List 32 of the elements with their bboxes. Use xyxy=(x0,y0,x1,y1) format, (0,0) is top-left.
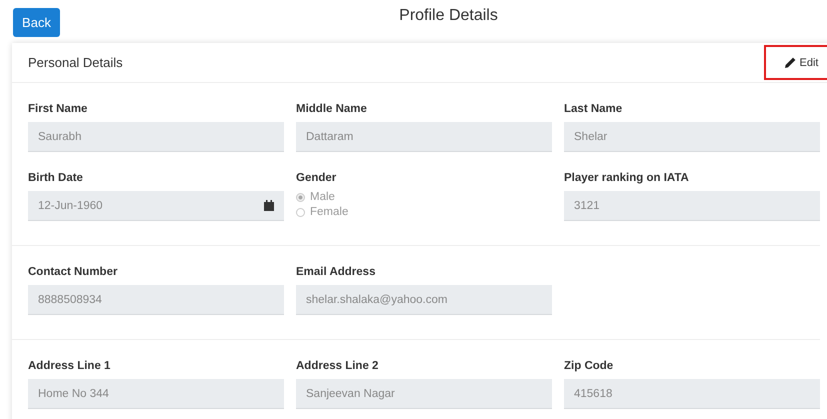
input-field[interactable]: 415618 xyxy=(564,379,820,409)
edit-button[interactable]: Edit xyxy=(764,45,827,80)
radio-button[interactable] xyxy=(296,208,305,216)
card-title: Personal Details xyxy=(28,55,123,70)
calendar-icon[interactable] xyxy=(264,200,274,211)
field-label: Gender xyxy=(296,172,338,184)
input-field[interactable]: Saurabh xyxy=(28,122,284,152)
back-button[interactable]: Back xyxy=(13,8,60,37)
pencil-icon xyxy=(784,57,796,68)
field-label: First Name xyxy=(28,103,88,115)
field-label: Birth Date xyxy=(28,172,84,184)
field-label: Address Line 2 xyxy=(296,360,380,372)
field-label: Player ranking on IATA xyxy=(564,172,690,184)
page-title: Profile Details xyxy=(399,7,498,24)
input-field[interactable]: Home No 344 xyxy=(28,379,284,409)
date-field[interactable]: 12-Jun-1960 xyxy=(28,191,284,221)
input-field[interactable]: 8888508934 xyxy=(28,285,284,315)
field-label: Last Name xyxy=(564,103,624,115)
field-label: Zip Code xyxy=(564,360,614,372)
radio-label: Female xyxy=(310,206,348,218)
radio-button[interactable] xyxy=(296,192,305,202)
input-field[interactable]: Dattaram xyxy=(296,122,552,152)
field-label: Address Line 1 xyxy=(28,360,112,372)
input-field[interactable]: Shelar xyxy=(564,122,820,152)
date-value: 12-Jun-1960 xyxy=(38,200,103,212)
field-label: Contact Number xyxy=(28,266,118,278)
field-label: Middle Name xyxy=(296,103,368,115)
input-field[interactable]: shelar.shalaka@yahoo.com xyxy=(296,285,552,315)
field-label: Email Address xyxy=(296,266,376,278)
input-field[interactable]: Sanjeevan Nagar xyxy=(296,379,552,409)
input-field[interactable]: 3121 xyxy=(564,191,820,221)
radio-label: Male xyxy=(310,191,335,203)
